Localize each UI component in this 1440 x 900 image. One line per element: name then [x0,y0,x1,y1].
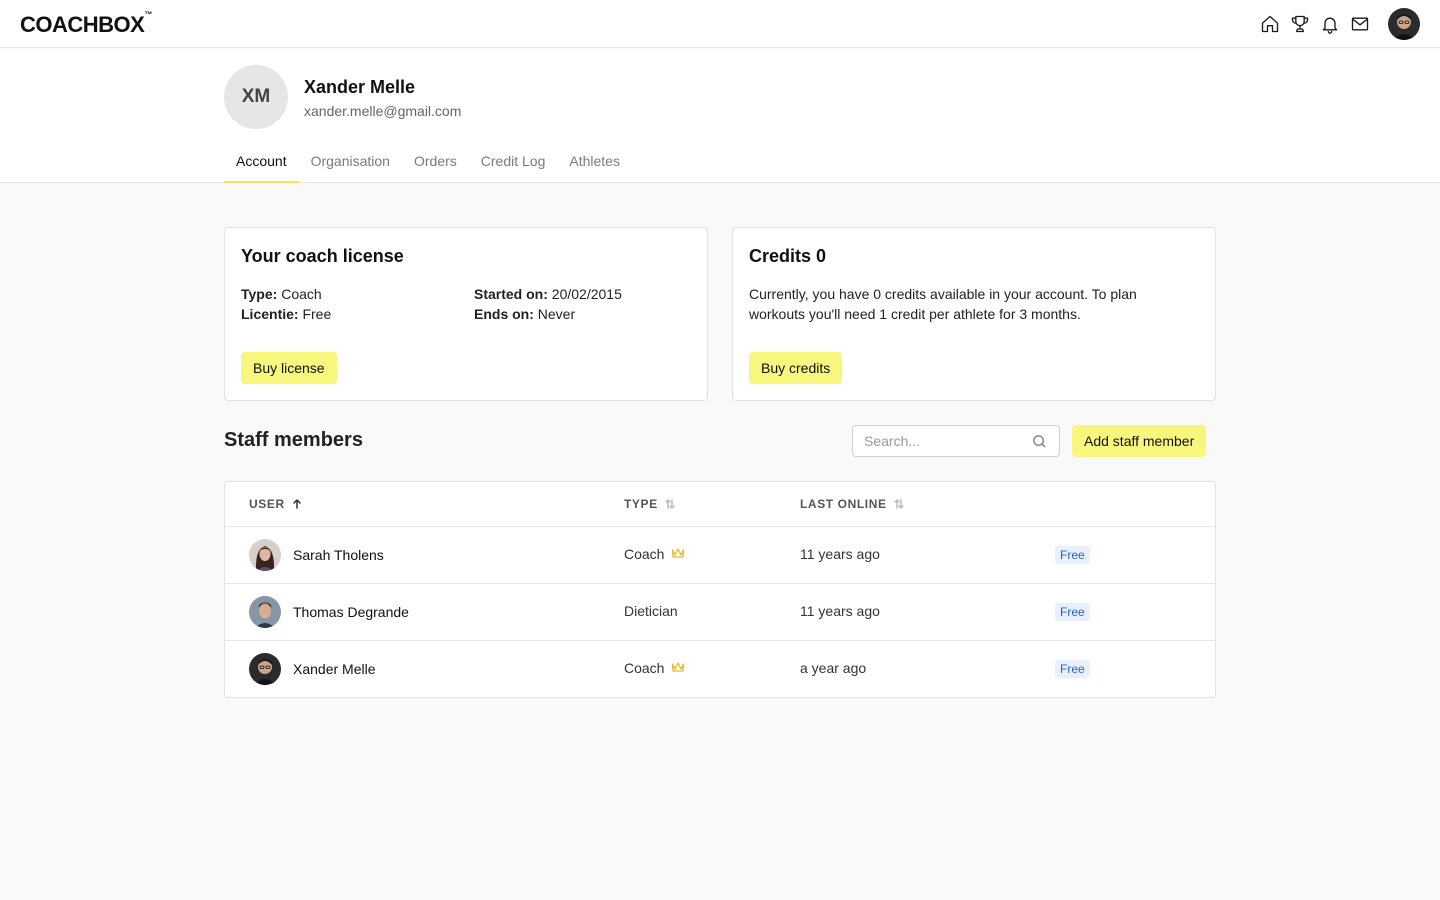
type-cell: Coach [624,546,685,562]
crown-icon [671,660,685,676]
status-badge: Free [1055,660,1090,678]
last-online: a year ago [800,660,867,676]
nav-icons [1260,13,1370,35]
license-licentie-label: Licentie: [241,306,299,322]
license-type-value: Coach [281,286,322,302]
license-title: Your coach license [241,246,404,266]
license-licentie-value: Free [302,306,332,322]
user-name: Xander Melle [293,661,376,677]
mail-icon[interactable] [1350,13,1370,35]
license-ends-label: Ends on: [474,306,534,322]
user-name: Sarah Tholens [293,547,384,563]
column-header-last-online[interactable]: LAST ONLINE [800,497,905,511]
user-type: Coach [624,546,665,562]
staff-section-title: Staff members [224,429,363,451]
buy-license-button[interactable]: Buy license [241,352,337,384]
staff-table: USER TYPE LAST ONLINE Sarah Tholens Coac… [224,481,1216,698]
logo-text: COACHBOX [20,12,145,37]
status-badge: Free [1055,603,1090,621]
profile-name: Xander Melle [304,77,416,97]
user-cell: Xander Melle [249,653,376,685]
tab-orders[interactable]: Orders [402,145,469,183]
sort-icon [893,499,904,509]
license-started: Started on: 20/02/2015 [474,284,622,304]
search-icon[interactable] [1032,434,1047,449]
credits-card: Credits 0 Currently, you have 0 credits … [732,227,1216,401]
column-last-online-label: LAST ONLINE [800,497,887,511]
sort-icon [665,499,675,509]
user-avatar[interactable] [1388,8,1420,40]
license-type: Type: Coach [241,284,322,304]
tab-organisation[interactable]: Organisation [299,145,402,183]
license-started-label: Started on: [474,286,548,302]
type-cell: Dietician [624,603,678,619]
buy-credits-button[interactable]: Buy credits [749,352,843,384]
license-card: Your coach license Type: Coach Licentie:… [224,227,708,401]
search-input[interactable] [853,426,1023,456]
tab-credit-log[interactable]: Credit Log [469,145,558,183]
logo-trademark: ™ [144,10,152,19]
profile-email: xander.melle@gmail.com [304,103,462,119]
table-row[interactable]: Thomas Degrande Dietician 11 years ago F… [225,584,1215,641]
profile-tabs: Account Organisation Orders Credit Log A… [224,145,632,183]
last-online: 11 years ago [800,603,880,619]
top-navbar: COACHBOX™ [0,0,1440,48]
license-licentie: Licentie: Free [241,304,331,324]
coachbox-logo[interactable]: COACHBOX™ [20,10,152,38]
tab-account[interactable]: Account [224,145,299,183]
trophy-icon[interactable] [1290,13,1310,35]
profile-header: XM Xander Melle xander.melle@gmail.com A… [0,49,1440,183]
license-ends: Ends on: Never [474,304,575,324]
license-type-label: Type: [241,286,278,302]
tab-athletes[interactable]: Athletes [557,145,632,183]
license-ends-value: Never [537,306,576,322]
avatar [249,653,281,685]
column-header-user[interactable]: USER [249,497,303,511]
staff-search [852,425,1060,457]
license-started-value: 20/02/2015 [551,286,622,302]
column-user-label: USER [249,497,285,511]
table-row[interactable]: Sarah Tholens Coach 11 years ago Free [225,527,1215,584]
user-type: Coach [624,660,665,676]
profile-initials-avatar: XM [224,65,288,129]
sort-ascending-icon [293,499,301,509]
credits-description: Currently, you have 0 credits available … [749,286,1137,322]
credits-title: Credits 0 [749,246,827,266]
last-online: 11 years ago [800,546,880,562]
add-staff-member-button[interactable]: Add staff member [1072,425,1207,457]
table-row[interactable]: Xander Melle Coach a year ago Free [225,641,1215,697]
user-cell: Thomas Degrande [249,596,409,628]
avatar [249,596,281,628]
table-header: USER TYPE LAST ONLINE [225,482,1215,527]
type-cell: Coach [624,660,685,676]
status-badge: Free [1055,546,1090,564]
user-name: Thomas Degrande [293,604,409,620]
avatar [249,539,281,571]
home-icon[interactable] [1260,13,1280,35]
column-header-type[interactable]: TYPE [624,497,676,511]
crown-icon [671,546,685,562]
bell-icon[interactable] [1320,13,1340,35]
user-cell: Sarah Tholens [249,539,384,571]
user-type: Dietician [624,603,678,619]
column-type-label: TYPE [624,497,658,511]
